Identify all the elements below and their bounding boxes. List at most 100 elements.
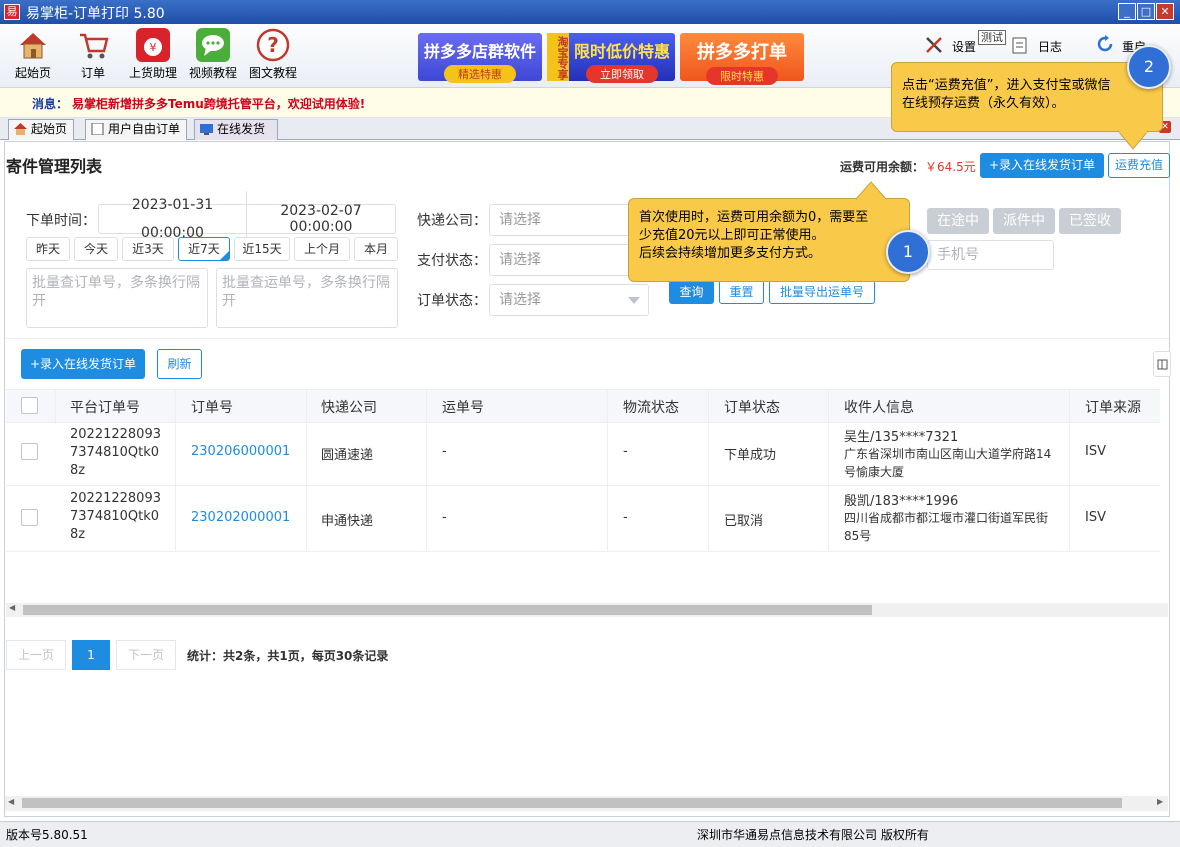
receiver-name: 殷凯/183****1996	[844, 494, 959, 509]
ad-pill: 立即领取	[586, 65, 658, 83]
app-logo-icon: 易	[4, 4, 20, 20]
refresh-button[interactable]: 刷新	[157, 349, 202, 379]
step-badge-2: 2	[1127, 45, 1171, 89]
clipboard-icon	[1012, 37, 1027, 54]
next-page-button[interactable]: 下一页	[116, 640, 176, 670]
header-courier: 快递公司	[321, 400, 377, 416]
orders-button[interactable]: 订单	[65, 28, 121, 86]
guide-tooltip-2: 点击“运费充值”，进入支付宝或微信 在线预存运费（永久有效）。	[891, 62, 1163, 132]
date-range-picker[interactable]: 2023-01-31 00:00:00 2023-02-07 00:00:00	[98, 191, 396, 247]
tab-user-orders-label: 用户自由订单	[108, 122, 181, 136]
balance-label: 运费可用余额：	[840, 160, 925, 174]
tooltip1-line1: 首次使用时，运费可用余额为0，需要至	[639, 210, 869, 225]
row-checkbox[interactable]	[21, 509, 38, 526]
ad-banner-pdd-shops[interactable]: 拼多多店群软件 精选特惠	[418, 33, 542, 83]
select-all-checkbox[interactable]	[21, 397, 38, 414]
table-row[interactable]: 20221228093 7374810Qtk0 8z 230206000001 圆通…	[6, 420, 1160, 486]
status-cell: 下单成功	[724, 448, 777, 463]
platform-order-no: 20221228093 7374810Qtk0 8z	[70, 427, 161, 478]
guide-tooltip-1: 首次使用时，运费可用余额为0，需要至 少充值20元以上即可正常使用。 后续会持续…	[628, 198, 910, 282]
test-badge: 测试	[978, 30, 1006, 45]
pay-status-select-value: 请选择	[499, 252, 541, 268]
maximize-button[interactable]: □	[1137, 3, 1155, 20]
receiver-address: 四川省成都市都江堰市灌口街道军民街 85号	[844, 511, 1049, 543]
order-status-select[interactable]: 请选择	[489, 284, 649, 316]
range-this-month-button[interactable]: 本月	[354, 237, 398, 261]
tab-online-shipping[interactable]: 在线发货	[194, 119, 279, 140]
range-7days-button[interactable]: 近7天	[178, 237, 230, 261]
range-3days-button[interactable]: 近3天	[122, 237, 174, 261]
header-platform-no: 平台订单号	[70, 400, 140, 416]
order-no-link[interactable]: 230206000001	[191, 444, 290, 459]
end-time-input[interactable]: 2023-02-07 00:00:00	[247, 203, 395, 235]
clipboard-icon	[91, 123, 104, 135]
prev-page-button[interactable]: 上一页	[6, 640, 66, 670]
receiver-address: 广东省深圳市南山区南山大道学府路14 号愉康大厦	[844, 447, 1052, 479]
range-last-month-button[interactable]: 上个月	[294, 237, 350, 261]
tutorial-label: 图文教程	[248, 66, 297, 80]
reset-button[interactable]: 重置	[719, 280, 764, 304]
settings-button[interactable]: 设置	[924, 35, 980, 57]
home-label: 起始页	[14, 66, 51, 80]
list-add-order-button[interactable]: +录入在线发货订单	[21, 349, 145, 379]
tab-home[interactable]: 起始页	[8, 119, 75, 140]
table-horizontal-scrollbar[interactable]: ◀	[6, 603, 1168, 617]
assistant-label: 上货助理	[128, 66, 177, 80]
table-row[interactable]: 20221228093 7374810Qtk0 8z 230202000001 申通…	[6, 486, 1160, 552]
batch-order-textarea[interactable]: 批量查订单号，多条换行隔开	[26, 268, 208, 328]
pay-status-select[interactable]: 请选择	[489, 244, 649, 276]
log-button[interactable]: 日志	[1012, 35, 1072, 57]
header-waybill: 运单号	[442, 400, 484, 416]
video-tutorial-button[interactable]: 视频教程	[185, 28, 241, 86]
range-15days-button[interactable]: 近15天	[234, 237, 290, 261]
batch-export-button[interactable]: 批量导出运单号	[769, 280, 875, 304]
scroll-right-icon[interactable]: ▶	[1157, 797, 1163, 806]
assistant-button[interactable]: ¥ 上货助理	[125, 28, 181, 86]
courier-cell: 申通快递	[321, 514, 374, 529]
minimize-button[interactable]: _	[1118, 3, 1136, 20]
image-tutorial-button[interactable]: ? 图文教程	[245, 28, 301, 86]
receiver-name: 吴生/135****7321	[844, 430, 959, 445]
range-yesterday-button[interactable]: 昨天	[26, 237, 70, 261]
status-delivering-button[interactable]: 派件中	[993, 208, 1055, 234]
status-in-transit-button[interactable]: 在途中	[927, 208, 989, 234]
tab-user-orders[interactable]: 用户自由订单	[85, 119, 188, 140]
tab-home-label: 起始页	[31, 122, 68, 136]
source-cell: ISV	[1085, 510, 1106, 525]
column-settings-icon[interactable]	[1153, 351, 1171, 377]
order-no-link[interactable]: 230202000001	[191, 510, 290, 525]
settings-label: 设置	[952, 40, 977, 54]
logistics-cell: -	[623, 444, 628, 459]
monitor-icon	[200, 124, 213, 135]
log-label: 日志	[1038, 40, 1063, 54]
refresh-icon	[1097, 35, 1113, 52]
query-button[interactable]: 查询	[669, 280, 714, 304]
page-1-button[interactable]: 1	[72, 640, 110, 670]
courier-select[interactable]: 请选择	[489, 204, 649, 236]
scroll-left-icon[interactable]: ◀	[9, 603, 15, 612]
header-status: 订单状态	[724, 400, 780, 416]
row-checkbox[interactable]	[21, 443, 38, 460]
scroll-left-icon[interactable]: ◀	[8, 797, 14, 806]
page-horizontal-scrollbar[interactable]: ◀ ▶	[5, 796, 1168, 811]
window-title: 易掌柜-订单打印 5.80	[26, 6, 165, 22]
courier-select-value: 请选择	[499, 212, 541, 228]
chat-bubble-icon	[196, 28, 230, 62]
order-time-label: 下单时间：	[26, 213, 96, 229]
video-label: 视频教程	[188, 66, 237, 80]
status-cell: 已取消	[724, 514, 764, 529]
ad-banner-pdd-print[interactable]: 拼多多打单 限时特惠	[680, 33, 804, 85]
scroll-thumb[interactable]	[22, 798, 1122, 808]
scroll-thumb[interactable]	[23, 605, 872, 615]
phone-input[interactable]: 手机号	[927, 240, 1054, 270]
home-button[interactable]: 起始页	[5, 28, 61, 86]
ad-banner-taobao-deal[interactable]: 淘宝专享 限时低价特惠 立即领取	[547, 33, 675, 83]
recharge-button[interactable]: 运费充值	[1108, 153, 1170, 178]
close-button[interactable]: ✕	[1156, 3, 1174, 20]
status-signed-button[interactable]: 已签收	[1059, 208, 1121, 234]
range-today-button[interactable]: 今天	[74, 237, 118, 261]
batch-waybill-textarea[interactable]: 批量查运单号，多条换行隔开	[216, 268, 398, 328]
balance-value: ￥64.5元	[925, 160, 976, 174]
courier-label: 快递公司：	[417, 213, 487, 229]
add-online-order-button[interactable]: +录入在线发货订单	[980, 153, 1104, 178]
